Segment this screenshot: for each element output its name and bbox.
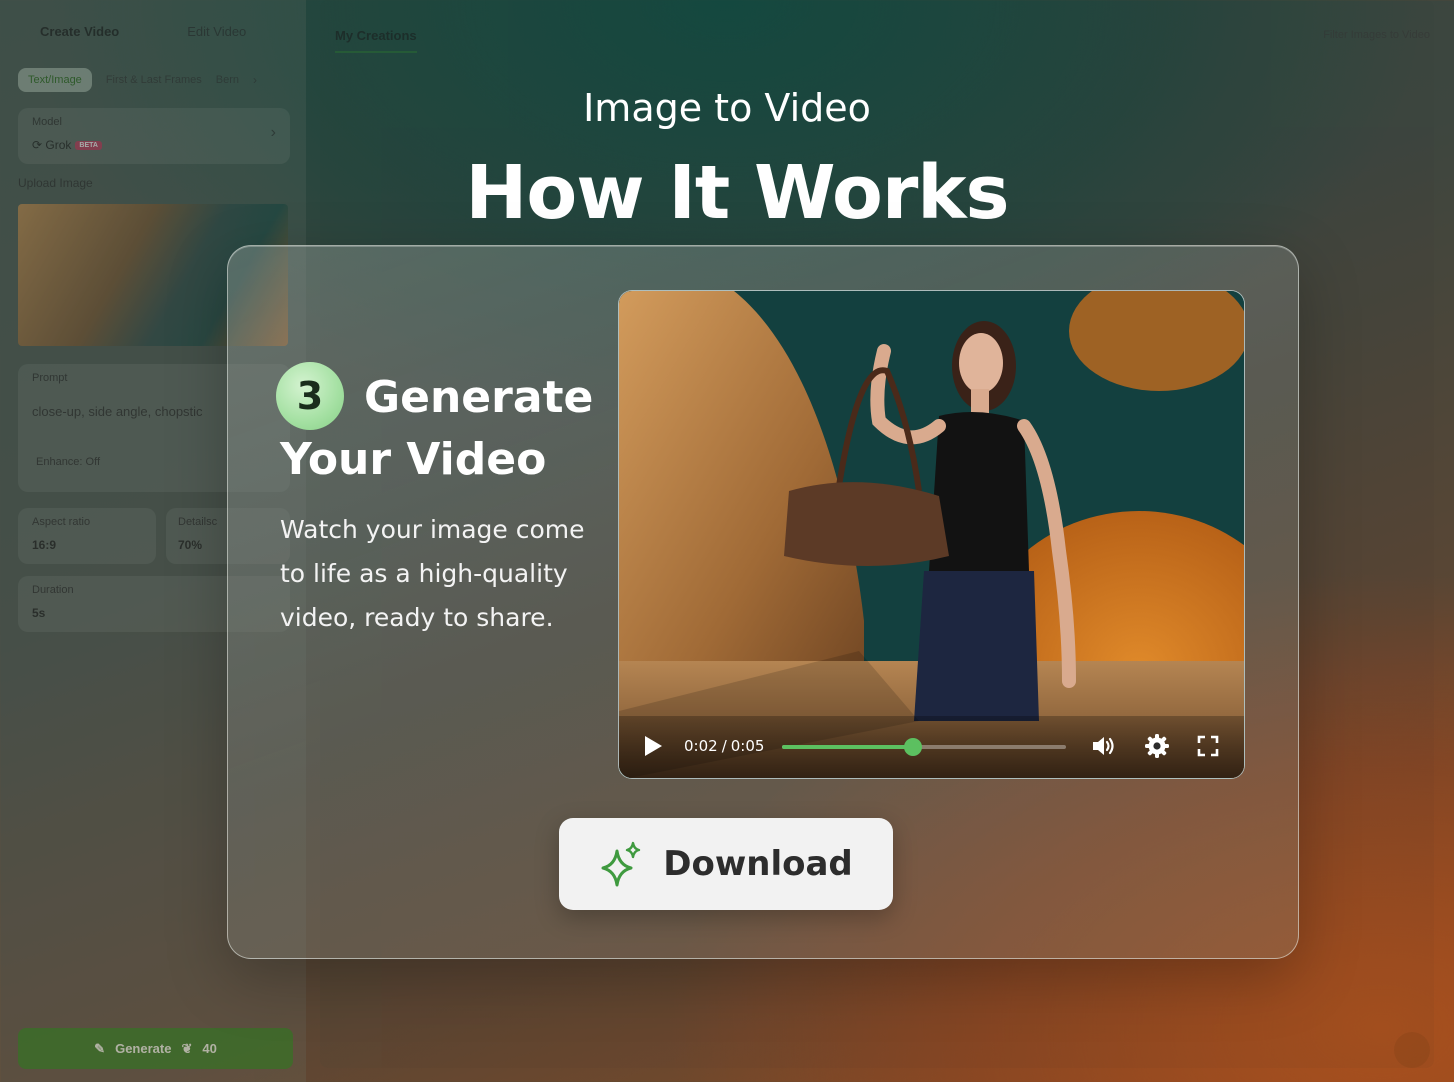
step-description: Watch your image come to life as a high-… (280, 515, 585, 632)
leaf-icon: ❦ (181, 1040, 193, 1056)
generate-button[interactable]: ✎ Generate ❦ 40 (18, 1028, 293, 1069)
prompt-label: Prompt (32, 372, 68, 384)
aspect-value: 16:9 (32, 538, 57, 552)
magic-wand-icon: ✎ (94, 1040, 106, 1056)
left-tabs: Create Video Edit Video (40, 24, 246, 39)
time-separator: / (721, 737, 727, 755)
duration-label: Duration (32, 584, 74, 596)
aspect-label: Aspect ratio (32, 516, 91, 528)
generate-cost: 40 (202, 1041, 217, 1056)
filter-link[interactable]: Filter Images to Video (1323, 29, 1430, 41)
step-title-line2: Your Video (280, 434, 547, 485)
video-player[interactable]: 0:02/0:05 (618, 290, 1245, 779)
volume-icon[interactable] (1091, 734, 1117, 758)
progress-bar[interactable] (782, 738, 1066, 756)
time-display: 0:02/0:05 (684, 737, 764, 755)
tab-my-creations[interactable]: My Creations (335, 28, 417, 53)
video-controls: 0:02/0:05 (619, 716, 1244, 778)
detail-value: 70% (178, 538, 203, 552)
help-button[interactable] (1394, 1032, 1430, 1068)
step-number-badge: 3 (276, 362, 344, 430)
prompt-text: close-up, side angle, chopstic (32, 404, 203, 419)
progress-fill (782, 745, 913, 749)
aspect-ratio-selector[interactable]: Aspect ratio 16:9 (18, 508, 156, 564)
download-button[interactable]: Download (559, 818, 893, 910)
generate-label: Generate (115, 1041, 172, 1056)
settings-gear-icon[interactable] (1144, 733, 1170, 759)
play-icon[interactable] (643, 735, 663, 757)
tab-edit-video[interactable]: Edit Video (187, 24, 246, 39)
detail-label: Detailsc (178, 516, 218, 528)
duration-value: 5s (32, 606, 46, 620)
hero-title: How It Works (465, 150, 1009, 236)
fullscreen-icon[interactable] (1197, 735, 1219, 757)
total-time: 0:05 (730, 737, 765, 755)
progress-handle[interactable] (903, 738, 922, 756)
step-title-line1: Generate (364, 372, 594, 423)
enhance-toggle[interactable]: Enhance: Off (36, 456, 100, 468)
hero-subtitle: Image to Video (583, 86, 871, 130)
sparkle-icon (601, 841, 641, 887)
beta-badge: BETA (75, 141, 102, 151)
current-time: 0:02 (684, 737, 718, 755)
download-label: Download (663, 844, 853, 884)
video-frame (619, 291, 1244, 778)
chevron-right-icon[interactable]: › (253, 73, 257, 87)
subtab-more[interactable]: Bern (216, 74, 239, 86)
tab-create-video[interactable]: Create Video (40, 24, 119, 39)
subtab-first-last-frames[interactable]: First & Last Frames (106, 74, 202, 86)
